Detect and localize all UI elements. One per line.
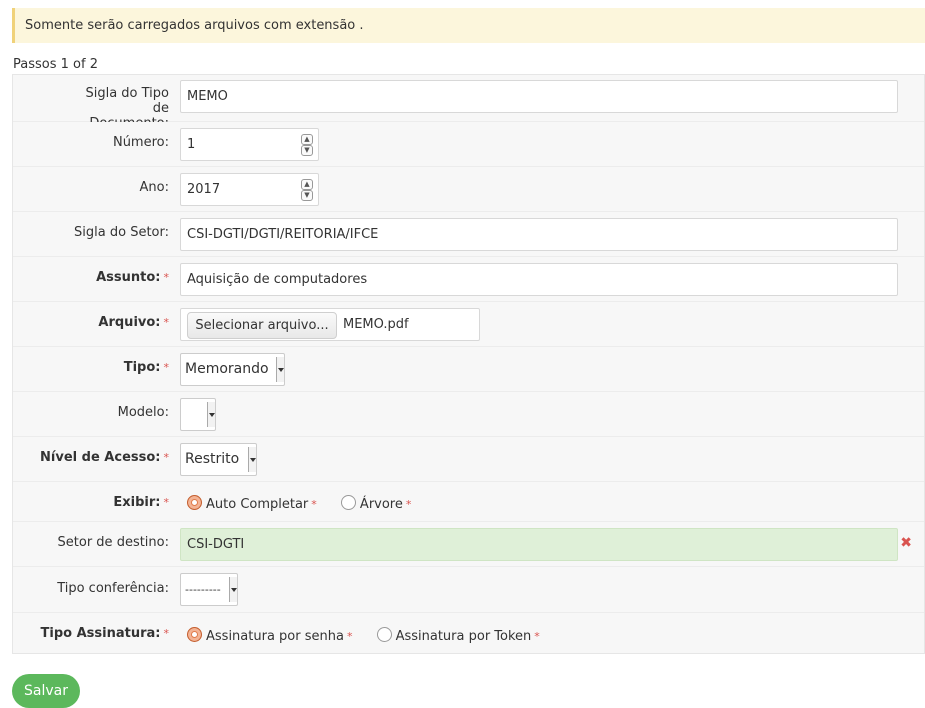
chevron-down-icon [229, 577, 237, 602]
label-tipo-conferencia: Tipo conferência: [57, 581, 169, 596]
exibir-option-autocompletar-label: Auto Completar [206, 497, 309, 512]
steps-indicator: Passos 1 of 2 [13, 57, 98, 72]
required-mark: * [405, 498, 412, 511]
required-mark: * [346, 630, 353, 643]
row-tipo-conferencia: Tipo conferência: --------- [13, 567, 924, 613]
label-nivel-acesso-text: Nível de Acesso: [40, 450, 161, 465]
label-tipo-text: Tipo: [123, 360, 161, 375]
row-sigla-tipo: Sigla do Tipo de Documento: MEMO [13, 75, 924, 131]
tipo-conferencia-select[interactable]: --------- [180, 573, 238, 606]
numero-value: 1 [187, 137, 196, 152]
nivel-acesso-select[interactable]: Restrito [180, 443, 257, 476]
required-mark: * [163, 271, 170, 284]
sigla-setor-input[interactable]: CSI-DGTI/DGTI/REITORIA/IFCE [180, 218, 898, 251]
label-sigla-setor: Sigla do Setor: [74, 225, 169, 240]
required-mark: * [163, 316, 170, 329]
required-mark: * [163, 627, 170, 640]
row-setor-destino: Setor de destino: CSI-DGTI ✖ [13, 522, 924, 567]
file-name: MEMO.pdf [343, 317, 409, 332]
exibir-option-arvore[interactable]: Árvore * [340, 495, 412, 512]
label-tipo-assinatura: Tipo Assinatura: * [41, 626, 169, 641]
document-form: Sigla do Tipo de Documento: MEMO Número:… [12, 74, 925, 654]
save-button[interactable]: Salvar [12, 674, 80, 708]
spin-arrows-icon[interactable]: ▲ ▼ [301, 179, 313, 201]
label-numero: Número: [112, 135, 169, 150]
radio-unselected-icon[interactable] [340, 495, 356, 510]
row-modelo: Modelo: [13, 392, 924, 437]
row-tipo-assinatura: Tipo Assinatura: * Assinatura por senha * … [13, 613, 924, 653]
label-ano: Ano: [139, 180, 169, 195]
sigla-tipo-input[interactable]: MEMO [180, 80, 898, 113]
label-tipo-assinatura-text: Tipo Assinatura: [40, 626, 161, 641]
exibir-radio-group: Auto Completar * Árvore * [187, 495, 431, 512]
required-mark: * [163, 496, 170, 509]
required-mark: * [163, 361, 170, 374]
setor-destino-input[interactable]: CSI-DGTI [180, 528, 898, 561]
required-mark: * [163, 451, 170, 464]
select-file-button[interactable]: Selecionar arquivo... [187, 312, 337, 339]
ano-value: 2017 [187, 182, 221, 197]
tipo-select[interactable]: Memorando [180, 353, 285, 386]
label-assunto-text: Assunto: [96, 270, 161, 285]
chevron-down-icon [248, 447, 256, 472]
tipo-selected-value: Memorando [185, 361, 269, 377]
spin-arrows-icon[interactable]: ▲ ▼ [301, 134, 313, 156]
alert-text: Somente serão carregados arquivos com ex… [25, 18, 364, 33]
label-setor-destino: Setor de destino: [57, 535, 169, 550]
radio-selected-icon[interactable] [187, 627, 202, 642]
assinatura-option-token-label: Assinatura por Token [395, 629, 532, 644]
assinatura-option-senha[interactable]: Assinatura por senha * [187, 627, 353, 644]
row-numero: Número: 1 ▲ ▼ [13, 122, 924, 167]
radio-selected-icon[interactable] [187, 495, 202, 510]
required-mark: * [311, 498, 317, 511]
label-assunto: Assunto: * [96, 270, 169, 285]
modelo-select[interactable] [180, 398, 216, 431]
info-alert: Somente serão carregados arquivos com ex… [12, 8, 925, 43]
required-mark: * [534, 630, 540, 643]
row-nivel-acesso: Nível de Acesso: * Restrito [13, 437, 924, 482]
row-ano: Ano: 2017 ▲ ▼ [13, 167, 924, 212]
label-exibir-text: Exibir: [113, 495, 161, 510]
chevron-down-icon [276, 357, 284, 382]
assinatura-option-senha-label: Assinatura por senha [206, 629, 344, 644]
assinatura-option-token[interactable]: Assinatura por Token * [376, 627, 540, 644]
label-nivel-acesso: Nível de Acesso: * [40, 450, 169, 465]
file-input[interactable]: Selecionar arquivo... MEMO.pdf [180, 308, 480, 341]
row-tipo: Tipo: * Memorando [13, 347, 924, 392]
label-arquivo: Arquivo: * [98, 315, 169, 330]
label-tipo: Tipo: * [124, 360, 169, 375]
radio-unselected-icon[interactable] [376, 627, 392, 642]
row-arquivo: Arquivo: * Selecionar arquivo... MEMO.pdf [13, 302, 924, 347]
tipo-assinatura-radio-group: Assinatura por senha * Assinatura por Tok… [187, 627, 560, 644]
chevron-down-icon [207, 402, 215, 427]
label-arquivo-text: Arquivo: [98, 315, 161, 330]
assunto-input[interactable]: Aquisição de computadores [180, 263, 898, 296]
exibir-option-arvore-label: Árvore [359, 497, 403, 512]
row-assunto: Assunto: * Aquisição de computadores [13, 257, 924, 302]
row-sigla-setor: Sigla do Setor: CSI-DGTI/DGTI/REITORIA/I… [13, 212, 924, 257]
numero-input[interactable]: 1 ▲ ▼ [180, 128, 319, 161]
label-exibir: Exibir: * [113, 495, 169, 510]
tipo-conferencia-selected-value: --------- [185, 583, 221, 596]
nivel-acesso-selected-value: Restrito [185, 451, 240, 467]
label-modelo: Modelo: [117, 405, 169, 420]
row-exibir: Exibir: * Auto Completar * Árvore * [13, 482, 924, 522]
ano-input[interactable]: 2017 ▲ ▼ [180, 173, 319, 206]
exibir-option-autocompletar[interactable]: Auto Completar * [187, 495, 317, 512]
close-x-icon[interactable]: ✖ [900, 535, 912, 551]
